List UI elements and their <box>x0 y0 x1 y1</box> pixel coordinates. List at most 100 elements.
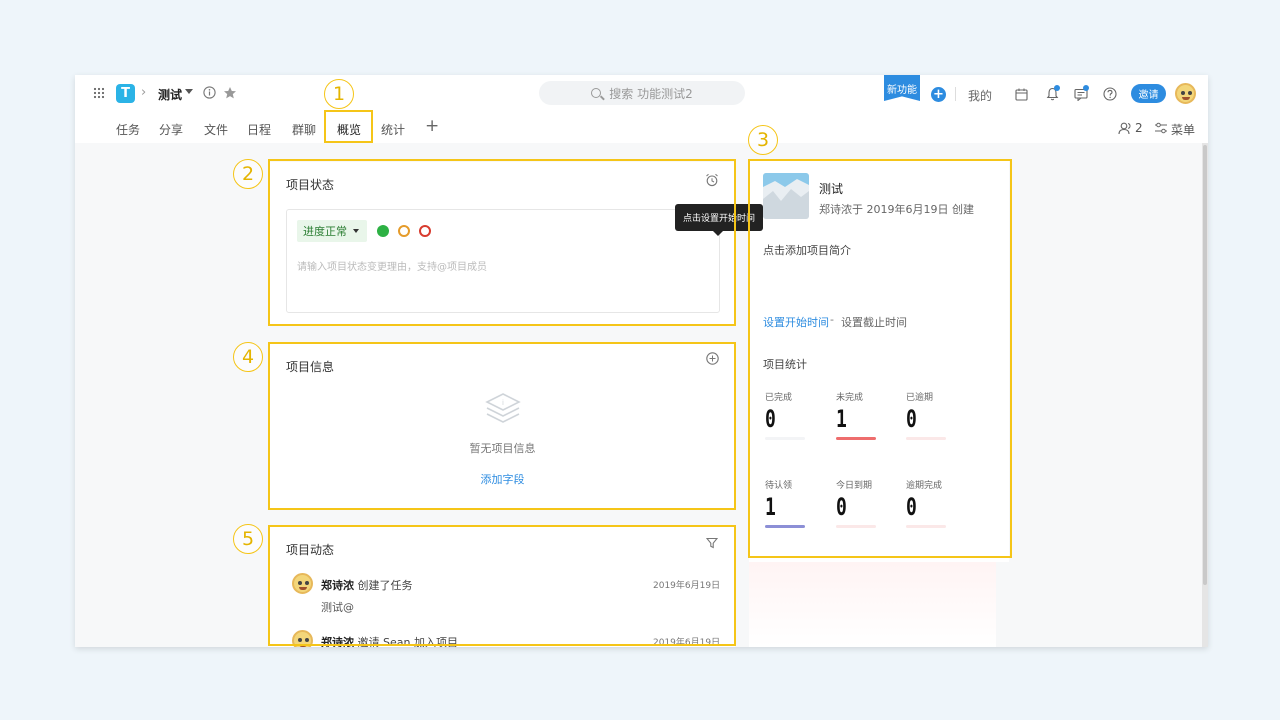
tab-bar: 任务 分享 文件 日程 群聊 概览 统计 + 2 菜单 <box>75 113 1208 143</box>
search-bar[interactable]: 搜索 功能测试2 <box>539 81 745 105</box>
stat-value[interactable]: 0 <box>836 493 847 521</box>
stat-value[interactable]: 1 <box>765 493 776 521</box>
filter-icon[interactable] <box>704 535 720 551</box>
sliders-icon[interactable] <box>1153 121 1169 135</box>
feed-card-title: 项目动态 <box>286 543 335 557</box>
stat-label: 已完成 <box>765 393 793 403</box>
stat-value[interactable]: 0 <box>906 405 917 433</box>
tab-group-chat[interactable]: 群聊 <box>292 121 316 138</box>
status-dot-green[interactable] <box>377 225 389 237</box>
tab-schedule[interactable]: 日程 <box>247 121 271 138</box>
project-creator-line: 郑诗浓于 2019年6月19日 创建 <box>819 203 974 216</box>
status-card-title: 项目状态 <box>286 178 335 192</box>
status-dot-red[interactable] <box>419 225 431 237</box>
tab-overview[interactable]: 概览 <box>337 121 361 138</box>
tab-files[interactable]: 文件 <box>204 121 228 138</box>
search-icon <box>591 88 602 98</box>
add-field-link[interactable]: 添加字段 <box>270 471 735 487</box>
set-end-time-link[interactable]: 设置截止时间 <box>841 314 907 330</box>
mine-link[interactable]: 我的 <box>968 87 992 104</box>
project-side-panel: 测试 郑诗浓于 2019年6月19日 创建 点击添加项目简介 设置开始时间 - … <box>749 160 1009 562</box>
start-time-tooltip: 点击设置开始时间 <box>675 204 763 236</box>
annotation-5: 5 <box>233 524 263 554</box>
project-name[interactable]: 测试 <box>158 86 182 103</box>
feed-date: 2019年6月19日 <box>653 638 721 647</box>
chevron-down-icon <box>353 229 359 233</box>
stat-bar <box>765 437 805 440</box>
message-dot <box>1083 85 1089 91</box>
add-circle-icon[interactable] <box>704 350 720 366</box>
feed-avatar[interactable] <box>292 630 313 647</box>
annotation-3: 3 <box>748 125 778 155</box>
stat-bar <box>765 525 805 528</box>
feed-date: 2019年6月19日 <box>653 581 721 591</box>
stat-label: 待认领 <box>765 481 793 491</box>
annotation-4: 4 <box>233 342 263 372</box>
calendar-icon[interactable] <box>1013 86 1029 102</box>
status-dot-orange[interactable] <box>398 225 410 237</box>
status-select-label: 进度正常 <box>303 225 347 238</box>
search-text: 搜索 功能测试2 <box>609 86 693 101</box>
star-icon[interactable] <box>222 85 238 101</box>
svg-text:i: i <box>502 399 504 407</box>
annotation-2: 2 <box>233 159 263 189</box>
members-icon[interactable] <box>1117 121 1133 135</box>
app-logo-icon[interactable]: T <box>116 84 135 103</box>
empty-info-text: 暂无项目信息 <box>469 442 536 455</box>
invite-button[interactable]: 邀请 <box>1131 84 1166 103</box>
add-tab-icon[interactable]: + <box>425 116 439 136</box>
stat-value[interactable]: 0 <box>765 405 776 433</box>
chevron-down-icon[interactable] <box>185 89 193 94</box>
add-intro-link[interactable]: 点击添加项目简介 <box>763 242 851 258</box>
divider <box>955 87 956 101</box>
panel-footer-gradient <box>749 562 996 647</box>
stat-bar <box>836 525 876 528</box>
info-icon[interactable] <box>202 85 217 100</box>
alarm-clock-icon[interactable] <box>704 172 720 188</box>
panel-project-name[interactable]: 测试 <box>819 180 843 197</box>
project-feed-card: 项目动态 郑诗浓 创建了任务 2019年6月19日 测试@ 郑诗浓 邀请 Sea… <box>270 527 735 647</box>
new-feature-badge[interactable]: 新功能 <box>884 75 920 101</box>
stat-bar <box>836 437 876 440</box>
set-start-time-link[interactable]: 设置开始时间 <box>763 314 829 330</box>
top-bar: T › 测试 搜索 功能测试2 新功能 + 我的 邀请 <box>75 75 1208 113</box>
project-cover[interactable] <box>763 173 809 219</box>
feed-avatar[interactable] <box>292 573 313 594</box>
stat-value[interactable]: 1 <box>836 405 847 433</box>
stat-value[interactable]: 0 <box>906 493 917 521</box>
date-dash: - <box>830 313 834 326</box>
notification-dot <box>1054 85 1060 91</box>
members-count[interactable]: 2 <box>1135 121 1143 135</box>
feed-action: 创建了任务 <box>357 579 413 592</box>
feed-action: 邀请 Sean 加入项目 <box>357 636 458 647</box>
status-select[interactable]: 进度正常 <box>297 220 367 242</box>
feed-item-2-headline: 郑诗浓 邀请 Sean 加入项目 <box>321 634 458 647</box>
annotation-1: 1 <box>324 79 354 109</box>
project-info-card: 项目信息 i 暂无项目信息 添加字段 <box>270 344 735 509</box>
chevron-right-icon: › <box>141 85 147 100</box>
stat-label: 今日到期 <box>836 481 873 491</box>
menu-link[interactable]: 菜单 <box>1171 121 1195 138</box>
help-icon[interactable] <box>1102 86 1118 102</box>
tab-statistics[interactable]: 统计 <box>381 121 405 138</box>
stat-label: 已逾期 <box>906 393 934 403</box>
empty-box-icon: i <box>484 392 522 432</box>
tab-tasks[interactable]: 任务 <box>116 121 140 138</box>
stats-title: 项目统计 <box>763 358 807 371</box>
status-editor[interactable]: 进度正常 请输入项目状态变更理由，支持@项目成员 <box>286 209 720 313</box>
apps-grid-icon[interactable] <box>91 85 107 101</box>
feed-user-name[interactable]: 郑诗浓 <box>321 579 354 592</box>
scrollbar-thumb[interactable] <box>1203 145 1207 585</box>
feed-user-name[interactable]: 郑诗浓 <box>321 636 354 647</box>
feed-item-1-headline: 郑诗浓 创建了任务 <box>321 577 413 593</box>
status-reason-placeholder[interactable]: 请输入项目状态变更理由，支持@项目成员 <box>297 258 487 273</box>
project-status-card: 项目状态 进度正常 请输入项目状态变更理由，支持@项目成员 <box>270 162 735 325</box>
tab-share[interactable]: 分享 <box>159 121 183 138</box>
stat-bar <box>906 525 946 528</box>
user-avatar[interactable] <box>1175 83 1196 104</box>
stat-bar <box>906 437 946 440</box>
info-card-title: 项目信息 <box>286 360 335 374</box>
feed-detail[interactable]: 测试@ <box>321 599 354 615</box>
stat-label: 逾期完成 <box>906 481 943 491</box>
add-icon[interactable]: + <box>931 87 946 102</box>
